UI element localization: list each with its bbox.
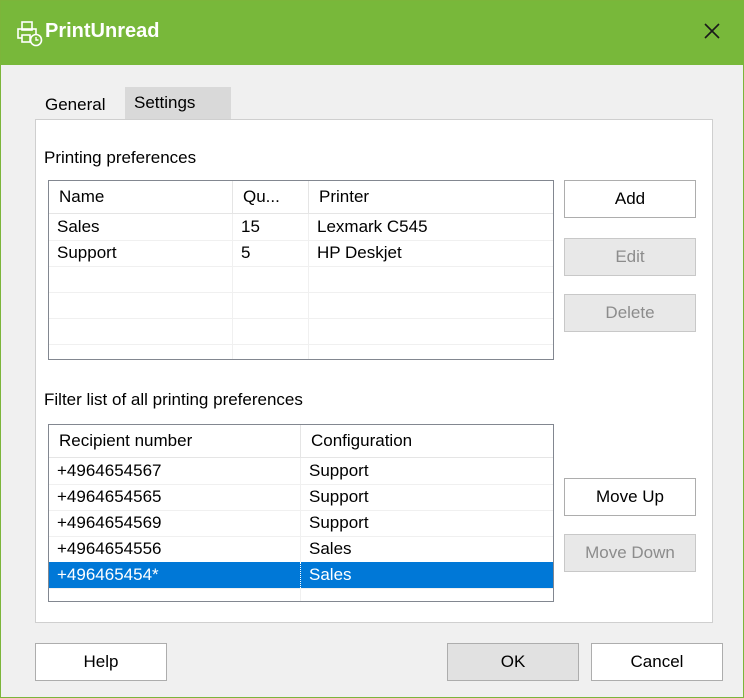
table-cell: Support <box>49 240 233 266</box>
table-row[interactable]: +4964654565 Support <box>49 484 553 511</box>
column-header-configuration[interactable]: Configuration <box>301 425 553 457</box>
table-row[interactable]: +4964654567 Support <box>49 458 553 485</box>
delete-button[interactable]: Delete <box>564 294 696 332</box>
table-cell <box>309 344 553 359</box>
table-cell: Support <box>309 513 369 532</box>
table-cell <box>233 344 309 359</box>
empty-row <box>49 292 553 319</box>
table-cell <box>49 588 301 601</box>
empty-row <box>49 344 553 359</box>
list-header: Name Qu... Printer <box>49 181 553 214</box>
table-cell: +4964654556 <box>49 536 301 562</box>
filter-list-label: Filter list of all printing preferences <box>44 390 303 409</box>
column-header-printer[interactable]: Printer <box>309 181 553 213</box>
close-icon <box>703 22 721 45</box>
table-cell <box>233 318 309 344</box>
table-cell: +4964654565 <box>49 484 301 510</box>
table-row[interactable]: Support 5 HP Deskjet <box>49 240 553 267</box>
table-cell <box>49 292 233 318</box>
title-bar: PrintUnread <box>1 1 743 65</box>
table-cell: 5 <box>233 240 309 266</box>
printer-clock-icon <box>17 21 43 47</box>
printing-preferences-list[interactable]: Name Qu... Printer Sales 15 Lexmark C545 Su… <box>48 180 554 360</box>
table-cell: HP Deskjet <box>317 243 402 262</box>
dialog-window: PrintUnread General Settings Printing pr… <box>0 0 744 698</box>
table-row[interactable]: +496465454* Sales <box>49 562 553 589</box>
table-cell <box>309 266 553 292</box>
move-up-button[interactable]: Move Up <box>564 478 696 516</box>
table-row[interactable]: Sales 15 Lexmark C545 <box>49 214 553 241</box>
table-cell <box>233 292 309 318</box>
table-cell <box>309 318 553 344</box>
empty-row <box>49 318 553 345</box>
column-header-recipient-number[interactable]: Recipient number <box>49 425 301 457</box>
table-cell <box>309 292 553 318</box>
window-title: PrintUnread <box>45 20 160 42</box>
tab-general[interactable]: General <box>37 91 114 119</box>
list-header: Recipient number Configuration <box>49 425 553 458</box>
filter-list[interactable]: Recipient number Configuration +49646545… <box>48 424 554 602</box>
table-cell <box>49 318 233 344</box>
table-cell <box>301 588 553 601</box>
table-cell: +4964654569 <box>49 510 301 536</box>
help-button[interactable]: Help <box>35 643 167 681</box>
table-cell <box>49 344 233 359</box>
table-cell: Support <box>309 487 369 506</box>
close-button[interactable] <box>681 1 743 65</box>
empty-row <box>49 266 553 293</box>
table-cell: Sales <box>309 539 352 558</box>
cancel-button[interactable]: Cancel <box>591 643 723 681</box>
table-cell: +496465454* <box>49 562 301 588</box>
table-row[interactable]: +4964654556 Sales <box>49 536 553 563</box>
column-header-quantity[interactable]: Qu... <box>233 181 309 213</box>
table-cell: Sales <box>309 565 352 584</box>
tab-settings[interactable]: Settings <box>125 87 231 120</box>
empty-row <box>49 588 553 601</box>
table-row[interactable]: +4964654569 Support <box>49 510 553 537</box>
table-cell: +4964654567 <box>49 458 301 484</box>
table-cell: Lexmark C545 <box>317 217 428 236</box>
ok-button[interactable]: OK <box>447 643 579 681</box>
settings-panel: Printing preferences Name Qu... Printer … <box>35 119 713 623</box>
edit-button[interactable]: Edit <box>564 238 696 276</box>
move-down-button[interactable]: Move Down <box>564 534 696 572</box>
table-cell: Support <box>309 461 369 480</box>
add-button[interactable]: Add <box>564 180 696 218</box>
table-cell: Sales <box>49 214 233 240</box>
printing-preferences-label: Printing preferences <box>44 148 197 167</box>
column-header-name[interactable]: Name <box>49 181 233 213</box>
table-cell <box>233 266 309 292</box>
table-cell <box>49 266 233 292</box>
table-cell: 15 <box>233 214 309 240</box>
